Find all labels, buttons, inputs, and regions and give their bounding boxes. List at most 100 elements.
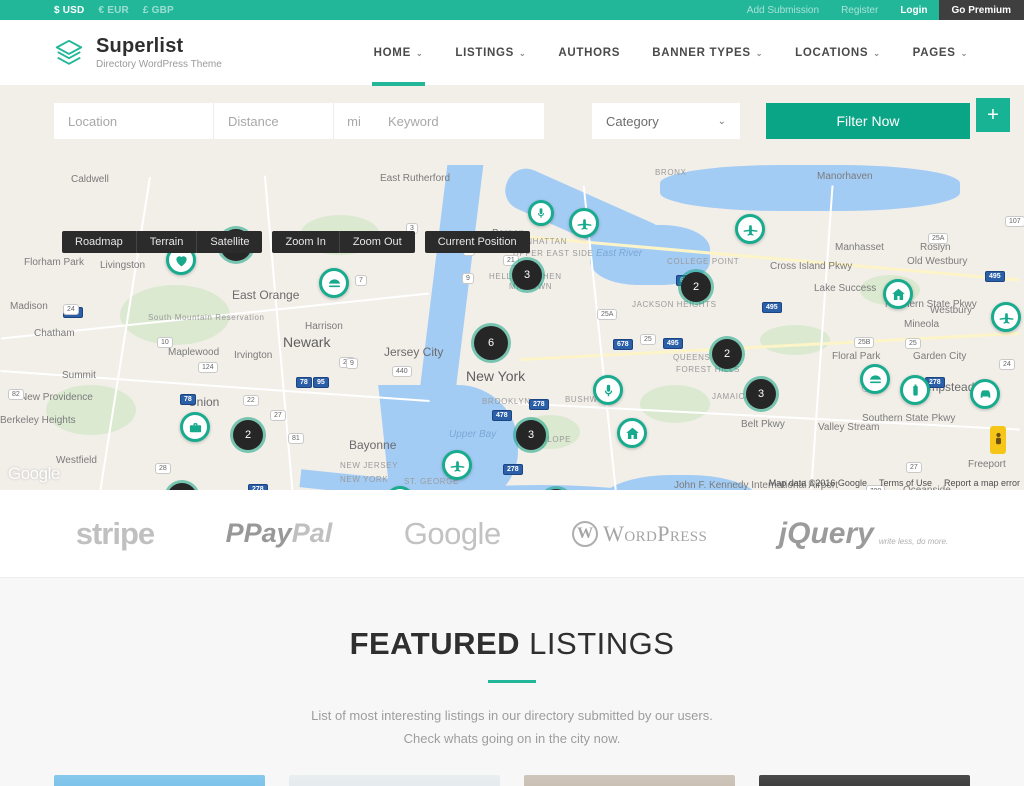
report-map-error-link[interactable]: Report a map error xyxy=(944,478,1020,488)
plane-icon xyxy=(742,221,759,238)
map-type-terrain[interactable]: Terrain xyxy=(137,231,198,253)
map-water-lis xyxy=(660,165,960,211)
map-cluster-marker[interactable]: 2 xyxy=(233,420,263,450)
map-route-shield: 81 xyxy=(288,433,304,444)
map-pin-marker[interactable] xyxy=(569,208,599,238)
map-cluster-marker[interactable]: 2 xyxy=(712,339,742,369)
chevron-down-icon: ⌄ xyxy=(960,49,968,58)
listing-card[interactable]: Electronics & Media xyxy=(759,774,970,786)
map-pin-marker[interactable] xyxy=(528,200,554,226)
map-pin-marker[interactable] xyxy=(442,450,472,480)
map-route-shield: 25B xyxy=(854,337,875,348)
featured-title-bold: FEATURED xyxy=(349,626,521,661)
category-select[interactable]: Category ⌄ xyxy=(592,103,740,139)
distance-input[interactable]: Distance xyxy=(214,103,334,139)
listing-card-image xyxy=(54,774,265,786)
map-position-group: Current Position xyxy=(424,231,530,253)
map-pin-marker[interactable] xyxy=(319,268,349,298)
site-header: Superlist Directory WordPress Theme HOME… xyxy=(0,20,1024,86)
login-link[interactable]: Login xyxy=(889,0,938,20)
map-cluster-marker[interactable]: 3 xyxy=(512,260,542,290)
map-data-copyright: Map data ©2016 Google xyxy=(768,478,867,488)
nav-item-authors[interactable]: AUTHORS xyxy=(542,20,636,85)
map-route-shield: 10 xyxy=(157,337,173,348)
map-zoom-out-button[interactable]: Zoom Out xyxy=(340,231,415,253)
map-type-roadmap[interactable]: Roadmap xyxy=(62,231,137,253)
nav-item-pages[interactable]: PAGES ⌄ xyxy=(897,20,984,85)
map-type-satellite[interactable]: Satellite xyxy=(197,231,262,253)
map-place-label: Manhasset xyxy=(835,242,884,253)
listing-card-image xyxy=(759,774,970,786)
map-pin-marker[interactable] xyxy=(617,418,647,448)
map-pin-marker[interactable] xyxy=(180,412,210,442)
map-route-shield: 95 xyxy=(313,377,329,388)
nav-item-home[interactable]: HOME ⌄ xyxy=(358,20,440,86)
map-pin-marker[interactable] xyxy=(991,302,1021,332)
add-submission-link[interactable]: Add Submission xyxy=(736,0,830,20)
map-place-label: Livingston xyxy=(100,260,146,271)
location-input[interactable]: Location xyxy=(54,103,214,139)
chevron-down-icon: ⌄ xyxy=(415,49,424,58)
currency-eur[interactable]: € EUR xyxy=(98,5,128,16)
paypal-logo-text-pay: Pay xyxy=(243,518,292,548)
map-route-shield: 9 xyxy=(462,273,474,284)
map-cluster-marker[interactable]: 6 xyxy=(474,326,508,360)
map-pin-marker[interactable] xyxy=(970,379,1000,409)
chevron-down-icon: ⌄ xyxy=(717,115,726,127)
listing-card[interactable]: Education xyxy=(54,774,265,786)
briefcase-icon xyxy=(187,419,204,436)
map-canvas[interactable]: CaldwellEast RutherfordBergenBRONXManorh… xyxy=(0,85,1024,490)
terms-of-use-link[interactable]: Terms of Use xyxy=(879,478,932,488)
map-cluster-marker[interactable]: 3 xyxy=(746,379,776,409)
map-pin-marker[interactable] xyxy=(735,214,765,244)
chevron-down-icon: ⌄ xyxy=(755,49,764,58)
map-cluster-marker[interactable]: 2 xyxy=(681,272,711,302)
nav-label-listings: LISTINGS xyxy=(455,46,515,59)
go-premium-button[interactable]: Go Premium xyxy=(938,0,1024,20)
brand-logo[interactable]: Superlist Directory WordPress Theme xyxy=(54,35,222,70)
featured-subtitle-line2: Check whats going on in the city now. xyxy=(403,730,621,746)
wordpress-mark-icon: W xyxy=(572,520,599,547)
current-position-button[interactable]: Current Position xyxy=(425,231,530,253)
add-listing-button[interactable]: + xyxy=(976,98,1010,132)
plane-icon xyxy=(998,309,1015,326)
currency-gbp[interactable]: £ GBP xyxy=(143,5,174,16)
wordpress-logo[interactable]: W WordPress xyxy=(572,520,707,547)
map-place-label: East Orange xyxy=(232,288,300,302)
filter-now-button[interactable]: Filter Now xyxy=(766,103,970,139)
map-place-label: Berkeley Heights xyxy=(0,415,76,426)
map-pin-marker[interactable] xyxy=(900,375,930,405)
map-route-shield: 78 xyxy=(296,377,312,388)
map-pin-marker[interactable] xyxy=(593,375,623,405)
nav-item-listings[interactable]: LISTINGS ⌄ xyxy=(439,20,542,85)
map-section[interactable]: CaldwellEast RutherfordBergenBRONXManorh… xyxy=(0,85,1024,490)
map-pin-marker[interactable] xyxy=(860,364,890,394)
map-place-label: Maplewood xyxy=(168,347,220,358)
google-logo[interactable]: Google xyxy=(404,516,501,552)
paypal-logo-text-pal: Pal xyxy=(291,518,333,548)
currency-usd[interactable]: $ USD xyxy=(54,5,84,16)
listing-card[interactable]: Law & Insurance xyxy=(289,774,500,786)
partner-logos: stripe P Pay Pal Google W WordPress jQue… xyxy=(0,490,1024,578)
nav-item-locations[interactable]: LOCATIONS ⌄ xyxy=(779,20,897,85)
distance-unit-label: mi xyxy=(334,103,374,139)
keyword-input[interactable]: Keyword xyxy=(374,103,544,139)
paypal-logo[interactable]: P Pay Pal xyxy=(226,518,333,549)
map-place-label: Old Westbury xyxy=(907,256,968,267)
paypal-mark: P xyxy=(225,518,244,548)
jquery-logo[interactable]: jQuery write less, do more. xyxy=(779,517,948,551)
restaurant-icon xyxy=(867,371,884,388)
nav-item-banner-types[interactable]: BANNER TYPES ⌄ xyxy=(636,20,779,85)
register-link[interactable]: Register xyxy=(830,0,889,20)
map-route-shield: 278 xyxy=(503,464,523,475)
restaurant-icon xyxy=(326,275,343,292)
map-route-shield: 278 xyxy=(248,484,268,490)
listing-card[interactable]: Industrial & Mechanics xyxy=(524,774,735,786)
google-logo-text: Google xyxy=(403,515,501,551)
map-zoom-in-button[interactable]: Zoom In xyxy=(272,231,340,253)
map-pin-marker[interactable] xyxy=(883,279,913,309)
stripe-logo[interactable]: stripe xyxy=(76,516,155,552)
pegman-streetview-icon[interactable] xyxy=(990,426,1006,454)
map-cluster-marker[interactable]: 3 xyxy=(516,420,546,450)
featured-cards: Education Law & Insurance Industrial & M… xyxy=(0,751,1024,786)
